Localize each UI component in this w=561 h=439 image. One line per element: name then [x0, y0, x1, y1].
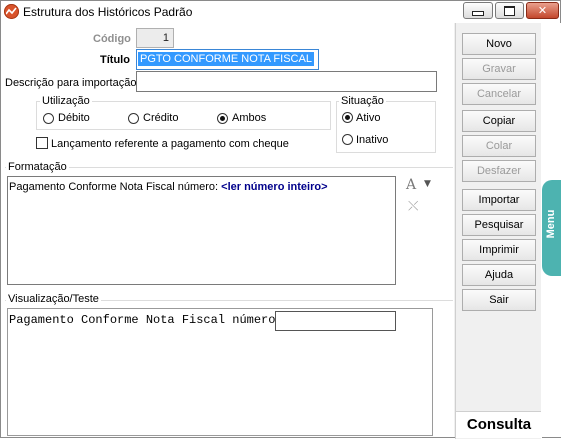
formatacao-content: Pagamento Conforme Nota Fiscal número: <… — [9, 181, 328, 193]
importar-button[interactable]: Importar — [462, 189, 536, 211]
radio-ativo[interactable] — [342, 112, 353, 123]
codigo-label: Código — [93, 33, 131, 45]
visualizacao-title: Visualização/Teste — [6, 293, 101, 305]
close-icon: ✕ — [537, 4, 548, 17]
titulo-field[interactable]: PGTO CONFORME NOTA FISCAL — [136, 49, 319, 70]
visualizacao-text: Pagamento Conforme Nota Fiscal número: — [9, 313, 283, 327]
radio-credito-label: Crédito — [143, 112, 179, 124]
radio-ambos[interactable] — [217, 113, 228, 124]
ajuda-button[interactable]: Ajuda — [462, 264, 536, 286]
situacao-title: Situação — [339, 95, 386, 107]
form-panel: Código 1 Título PGTO CONFORME NOTA FISCA… — [1, 23, 454, 437]
dropdown-arrow-icon[interactable]: ▼ — [424, 179, 431, 189]
formatacao-text: Pagamento Conforme Nota Fiscal número: — [9, 181, 222, 193]
titulo-value: PGTO CONFORME NOTA FISCAL — [138, 52, 314, 66]
visualizacao-panel: Pagamento Conforme Nota Fiscal número: — [7, 308, 433, 436]
radio-inativo-label: Inativo — [356, 134, 389, 146]
radio-credito[interactable] — [128, 113, 139, 124]
font-icon[interactable]: A — [406, 177, 416, 193]
formatacao-divider — [5, 167, 453, 168]
mode-indicator: Consulta — [456, 411, 542, 438]
menu-tab-label: Menu — [545, 209, 557, 239]
title-bar: Estrutura dos Históricos Padrão ✕ — [1, 1, 560, 23]
descricao-field[interactable] — [136, 71, 437, 92]
close-button[interactable]: ✕ — [526, 2, 559, 19]
cheque-label: Lançamento referente a pagamento com che… — [51, 138, 289, 150]
utilizacao-title: Utilização — [40, 95, 92, 107]
radio-ativo-label: Ativo — [356, 112, 381, 124]
radio-debito[interactable] — [43, 113, 54, 124]
sair-button[interactable]: Sair — [462, 289, 536, 311]
maximize-button[interactable] — [495, 2, 524, 19]
colar-button[interactable]: Colar — [462, 135, 536, 157]
cancelar-button[interactable]: Cancelar — [462, 83, 536, 105]
gravar-button[interactable]: Gravar — [462, 58, 536, 80]
pesquisar-button[interactable]: Pesquisar — [462, 214, 536, 236]
copiar-button[interactable]: Copiar — [462, 110, 536, 132]
cheque-checkbox[interactable] — [36, 137, 48, 149]
main-window: Estrutura dos Históricos Padrão ✕ Código… — [0, 0, 561, 439]
menu-tab[interactable]: Menu — [542, 180, 561, 276]
window-title: Estrutura dos Históricos Padrão — [23, 5, 193, 19]
app-icon[interactable] — [4, 4, 19, 19]
radio-debito-label: Débito — [58, 112, 90, 124]
desfazer-button[interactable]: Desfazer — [462, 160, 536, 182]
maximize-icon — [504, 5, 515, 16]
minimize-icon — [472, 11, 484, 16]
formatacao-token: <ler número inteiro> — [221, 181, 328, 193]
codigo-field[interactable]: 1 — [136, 28, 174, 48]
titulo-label: Título — [100, 54, 130, 66]
clear-format-icon[interactable]: ⤬ — [408, 199, 418, 214]
imprimir-button[interactable]: Imprimir — [462, 239, 536, 261]
descricao-label: Descrição para importação — [5, 77, 137, 89]
novo-button[interactable]: Novo — [462, 33, 536, 55]
radio-ambos-label: Ambos — [232, 112, 267, 124]
radio-inativo[interactable] — [342, 134, 353, 145]
formatacao-title: Formatação — [6, 161, 69, 173]
formatacao-editor[interactable]: Pagamento Conforme Nota Fiscal número: <… — [7, 176, 396, 285]
minimize-button[interactable] — [463, 2, 493, 19]
visualizacao-input[interactable] — [275, 311, 396, 331]
action-sidebar: Novo Gravar Cancelar Copiar Colar Desfaz… — [455, 23, 542, 439]
